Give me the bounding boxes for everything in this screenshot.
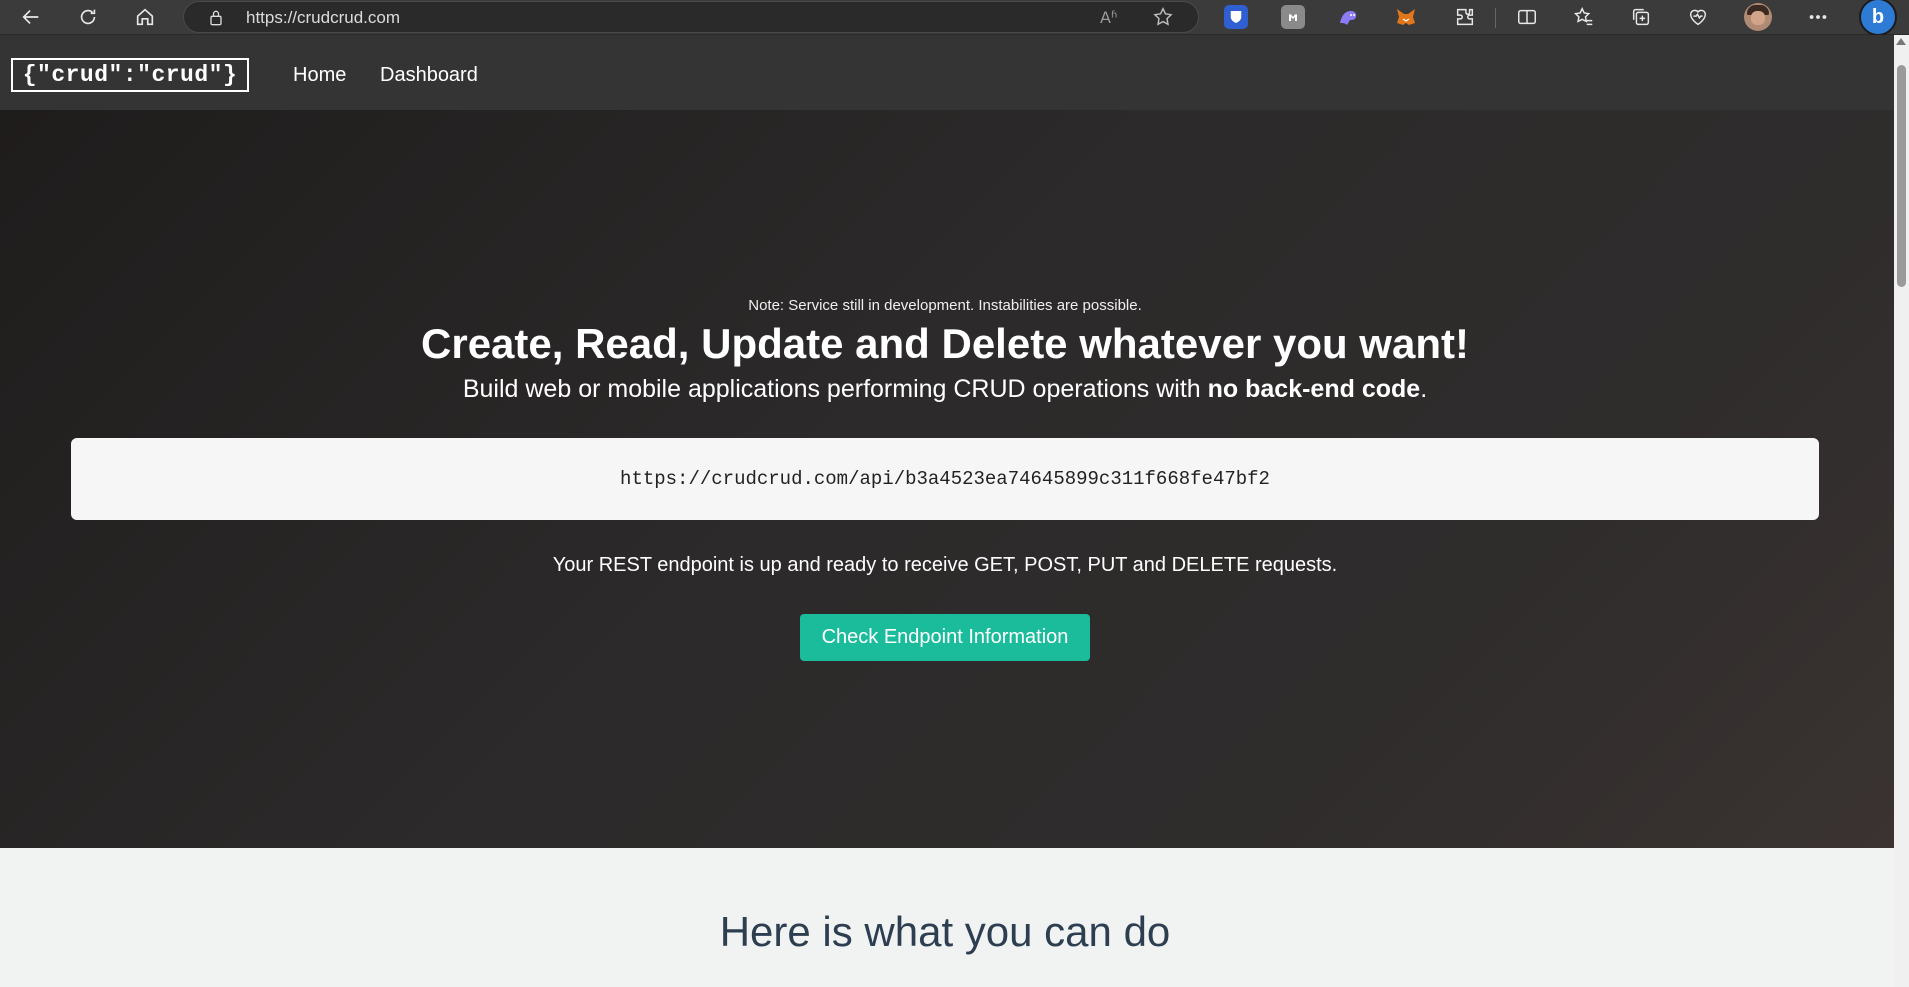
address-bar[interactable]: https://crudcrud.com Aʱ	[183, 1, 1199, 33]
features-section: Here is what you can do	[0, 848, 1894, 987]
check-endpoint-button[interactable]: Check Endpoint Information	[800, 614, 1090, 661]
site-logo[interactable]: {"crud":"crud"}	[11, 58, 249, 92]
page-scrollbar[interactable]	[1894, 35, 1909, 987]
browser-essentials-icon[interactable]	[1686, 5, 1710, 29]
scroll-up-arrow-icon[interactable]	[1896, 38, 1906, 45]
hero-section: Note: Service still in development. Inst…	[0, 110, 1894, 848]
site-navbar: {"crud":"crud"} Home Dashboard	[0, 35, 1894, 110]
development-note: Note: Service still in development. Inst…	[748, 297, 1142, 314]
address-url[interactable]: https://crudcrud.com	[246, 8, 400, 28]
collections-icon[interactable]	[1629, 5, 1653, 29]
extensions-puzzle-icon[interactable]	[1453, 5, 1477, 29]
nav-link-dashboard[interactable]: Dashboard	[380, 64, 478, 87]
back-icon[interactable]	[18, 4, 44, 30]
mastodon-extension-icon[interactable]	[1281, 5, 1305, 29]
home-icon[interactable]	[132, 4, 158, 30]
hero-subtitle: Build web or mobile applications perform…	[0, 375, 1890, 404]
profile-avatar[interactable]	[1744, 3, 1772, 31]
subtitle-prefix: Build web or mobile applications perform…	[462, 375, 1208, 403]
features-title: Here is what you can do	[719, 908, 1171, 955]
read-aloud-icon[interactable]: Aʱ	[1100, 8, 1122, 28]
subtitle-bold: no back-end code	[1207, 375, 1421, 403]
nav-link-home[interactable]: Home	[293, 64, 346, 87]
refresh-icon[interactable]	[75, 4, 101, 30]
bing-copilot-icon[interactable]: b	[1858, 0, 1898, 36]
endpoint-url-box[interactable]: https://crudcrud.com/api/b3a4523ea746458…	[71, 438, 1819, 520]
endpoint-url[interactable]: https://crudcrud.com/api/b3a4523ea746458…	[620, 468, 1270, 490]
hero-headline: Create, Read, Update and Delete whatever…	[421, 320, 1469, 367]
endpoint-ready-text: Your REST endpoint is up and ready to re…	[552, 554, 1338, 576]
avatar-face	[1751, 11, 1765, 25]
subtitle-suffix: .	[1420, 375, 1428, 403]
scrollbar-thumb[interactable]	[1897, 65, 1906, 287]
favorite-star-icon[interactable]	[1152, 6, 1176, 30]
favorites-icon[interactable]	[1572, 5, 1596, 29]
bing-logo: b	[1859, 0, 1897, 36]
metamask-fox-icon[interactable]	[1394, 5, 1418, 29]
ghost-extension-icon[interactable]	[1336, 5, 1360, 29]
bitwarden-extension-icon[interactable]	[1224, 5, 1248, 29]
split-screen-icon[interactable]	[1515, 5, 1539, 29]
browser-toolbar: https://crudcrud.com Aʱ b	[0, 0, 1909, 36]
more-options-icon[interactable]	[1806, 5, 1830, 29]
lock-icon[interactable]	[206, 8, 226, 28]
toolbar-separator	[1495, 8, 1496, 28]
